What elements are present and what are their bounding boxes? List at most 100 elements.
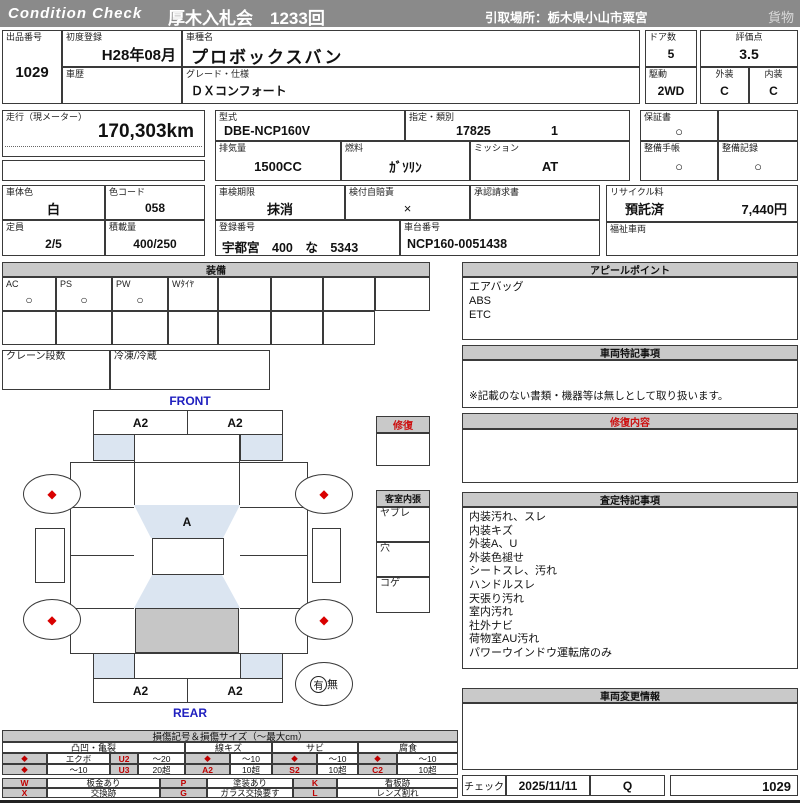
legend-cell: ◆ xyxy=(2,764,47,775)
recycle-fee-label: リサイクル料 xyxy=(610,187,664,197)
class-designation-value2: 1 xyxy=(551,124,558,138)
legend-cell: 10超 xyxy=(317,764,358,775)
approval-request-label: 承認請求書 xyxy=(474,187,520,197)
model-name-label: 車種名 xyxy=(186,32,214,42)
legend-cell: ～10 xyxy=(47,764,110,775)
equipment-cell xyxy=(56,311,112,345)
insurance-value: × xyxy=(403,200,412,216)
legend-cell: エクボ xyxy=(47,753,110,764)
appraisal-item: 荷物室AU汚れ xyxy=(469,633,540,646)
body-line xyxy=(70,608,134,609)
mileage-extra-box xyxy=(2,160,205,181)
repair-detail-box xyxy=(462,429,798,483)
repair-flag-box xyxy=(376,433,430,466)
vehicle-notes-title: 車両特記事項 xyxy=(462,345,798,360)
front-right-wheel: ◆ xyxy=(295,474,353,514)
score-box: 評価点 3.5 xyxy=(700,30,798,67)
cabin-lining-row-label: コゲ xyxy=(380,578,400,589)
change-info-content xyxy=(463,704,797,708)
legend-group-scratch: 線キズ xyxy=(185,742,272,753)
cargo-bed-panel xyxy=(135,608,239,653)
class-designation-box: 指定・類別 17825 1 xyxy=(405,110,630,141)
diagram-rear-label: REAR xyxy=(172,706,207,720)
interior-grade-box: 内装 C xyxy=(749,67,798,104)
color-code-box: 色コード 058 xyxy=(105,185,205,220)
chassis-number-label: 車台番号 xyxy=(404,222,441,232)
appraisal-item: ハンドルスレ xyxy=(469,578,535,591)
legend-group-dent: 凸凹・亀裂 xyxy=(2,742,185,753)
chassis-number-box: 車台番号 NCP160-0051438 xyxy=(400,220,600,256)
lot-number-box: 出品番号 1029 xyxy=(2,30,62,104)
appeal-points-box: エアバッグ ABS ETC xyxy=(462,277,798,340)
roof-panel xyxy=(152,538,224,575)
rear-corner-left xyxy=(93,653,135,679)
cabin-lining-burn-box: コゲ xyxy=(376,577,430,613)
equipment-value: ○ xyxy=(136,292,144,307)
score-value: 3.5 xyxy=(739,46,759,62)
legend-cell: U2 xyxy=(110,753,138,764)
appraisal-item: 外装A、U xyxy=(469,538,518,551)
fuel-box: 燃料 ｶﾞｿﾘﾝ xyxy=(341,141,470,181)
brand-logo: Condition Check xyxy=(8,5,143,22)
equipment-value: ○ xyxy=(25,292,33,307)
legend-cell: ◆ xyxy=(358,753,397,764)
equipment-title: 装備 xyxy=(2,262,430,277)
appraisal-item: パワーウインドウ運転席のみ xyxy=(469,646,612,659)
appeal-points-title: アピールポイント xyxy=(462,262,798,277)
maintenance-book-box: 整備手帳 ○ xyxy=(640,141,718,181)
damage-mark-icon: ◆ xyxy=(319,612,329,627)
appraisal-item: 社外ナビ xyxy=(469,619,513,632)
cabin-lining-row-label: 穴 xyxy=(380,543,390,554)
model-name-box: 車種名 プロボックスバン xyxy=(182,30,640,67)
legend-cell: ◆ xyxy=(2,753,47,764)
equipment-cell-ps: PS ○ xyxy=(56,277,112,311)
equipment-value: ○ xyxy=(80,292,88,307)
cabin-lining-title: 客室内張 xyxy=(376,490,430,507)
legend-code-desc: 板金あり xyxy=(47,778,160,788)
warranty-value: ○ xyxy=(675,123,683,139)
auction-condition-sheet: Condition Check 厚木入札会 1233回 引取場所：栃木県小山市粟… xyxy=(0,0,800,803)
legend-cell: 10超 xyxy=(397,764,458,775)
change-info-title: 車両変更情報 xyxy=(462,688,798,703)
appraisal-notes-box: 内装汚れ、スレ 内装キズ 外装A、U 外装色褪せ シートスレ、汚れ ハンドルスレ… xyxy=(462,507,798,669)
first-registration-box: 初度登録 H28年08月 xyxy=(62,30,182,67)
legend-cell: U3 xyxy=(110,764,138,775)
body-line xyxy=(240,507,307,508)
chassis-number-value: NCP160-0051438 xyxy=(407,237,508,251)
body-line xyxy=(70,507,134,508)
mileage-box: 走行（現メーター） 170,303km xyxy=(2,110,205,157)
crane-stages-box: クレーン段数 xyxy=(2,350,110,390)
windshield-code: A xyxy=(182,514,192,529)
appraisal-item: 外装色褪せ xyxy=(469,551,524,564)
equipment-cell-pw: PW ○ xyxy=(112,277,168,311)
warranty-box: 保証書 ○ xyxy=(640,110,718,141)
model-code-value: DBE-NCP160V xyxy=(224,124,311,138)
exterior-grade-value: C xyxy=(720,84,729,98)
recycle-fee-value: 7,440円 xyxy=(741,202,787,217)
legend-cell: ◆ xyxy=(272,753,317,764)
header-bar: Condition Check 厚木入札会 1233回 引取場所：栃木県小山市粟… xyxy=(0,0,800,28)
right-mirror-panel xyxy=(312,528,341,583)
auction-title: 厚木入札会 1233回 xyxy=(168,9,325,28)
appraisal-item: 天張り汚れ xyxy=(469,592,524,605)
legend-code-desc: 塗装あり xyxy=(207,778,293,788)
appraisal-notes-title: 査定特記事項 xyxy=(462,492,798,507)
spare-tire-yes: 有 xyxy=(310,675,327,693)
vehicle-notes-box: ※記載のない書類・機器等は無しとして取り扱います。 xyxy=(462,360,798,408)
legend-code-desc: ガラス交換要す xyxy=(207,788,293,798)
equipment-cell xyxy=(218,311,271,345)
drive-box: 駆動 2WD xyxy=(645,67,697,104)
model-code-label: 型式 xyxy=(219,112,238,122)
displacement-box: 排気量 1500CC xyxy=(215,141,341,181)
color-code-value: 058 xyxy=(144,201,166,215)
displacement-value: 1500CC xyxy=(254,159,302,174)
body-line xyxy=(240,555,307,556)
body-color-value: 白 xyxy=(46,201,60,217)
transmission-box: ミッション AT xyxy=(470,141,630,181)
equipment-cell xyxy=(168,311,218,345)
front-bumper-right: A2 xyxy=(187,410,283,435)
equipment-cell xyxy=(2,311,56,345)
class-designation-label: 指定・類別 xyxy=(409,112,455,122)
check-lot-value: 1029 xyxy=(762,779,791,794)
pickup-location: 引取場所：栃木県小山市粟宮 xyxy=(485,11,648,25)
